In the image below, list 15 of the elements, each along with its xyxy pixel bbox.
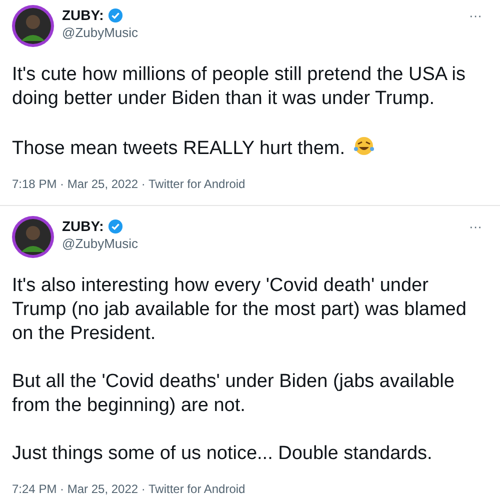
tweet-text: Those mean tweets REALLY hurt them.: [12, 135, 472, 161]
user-handle: @ZubyMusic: [62, 24, 138, 42]
tweet-meta: 7:24 PM · Mar 25, 2022 · Twitter for Android: [12, 481, 246, 498]
tweet-text: It's also interesting how every 'Covid death' under Trump (no jab available for the most part) was blamed on the President.: [12, 274, 468, 346]
tweet-text: It's cute how millions of people still pretend the USA is doing better under Biden than it was under Trump.: [12, 63, 467, 111]
display-name: ZUBY:: [62, 6, 104, 24]
avatar: [12, 216, 54, 258]
tweet-meta: 7:18 PM · Mar 25, 2022 · Twitter for Android: [12, 176, 246, 193]
more-button[interactable]: ···: [469, 216, 488, 233]
display-name: ZUBY:: [62, 217, 104, 235]
more-button[interactable]: ···: [469, 5, 488, 22]
user-handle: @ZubyMusic: [62, 235, 138, 253]
avatar: [12, 5, 54, 47]
tweet-text: But all the 'Covid deaths' under Biden (jabs available from the beginning) are not.: [12, 370, 456, 418]
tweet-text: Just things some of us notice... Double standards.: [12, 442, 434, 466]
